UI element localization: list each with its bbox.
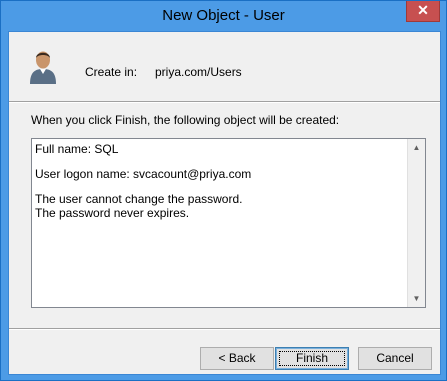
scroll-up-icon[interactable]: ▲ xyxy=(409,140,424,155)
footer-divider xyxy=(9,328,440,330)
summary-full-name: Full name: SQL xyxy=(35,142,119,156)
summary-logon-name: User logon name: svcacount@priya.com xyxy=(35,167,252,181)
finish-button[interactable]: Finish xyxy=(275,347,349,370)
focus-rectangle xyxy=(279,351,345,366)
window-title: New Object - User xyxy=(162,7,285,24)
close-button[interactable]: ✕ xyxy=(406,1,440,22)
create-in-label: Create in: xyxy=(85,65,138,79)
summary-textbox[interactable]: Full name: SQL User logon name: svcacoun… xyxy=(31,138,426,308)
header-divider xyxy=(9,101,440,103)
vertical-scrollbar[interactable]: ▲ ▼ xyxy=(407,139,425,307)
title-bar[interactable]: New Object - User ✕ xyxy=(1,1,446,31)
summary-cannot-change: The user cannot change the password. xyxy=(35,192,243,206)
user-icon xyxy=(30,51,56,84)
create-in-path: priya.com/Users xyxy=(155,65,242,79)
back-button[interactable]: < Back xyxy=(200,347,274,370)
cancel-button[interactable]: Cancel xyxy=(358,347,432,370)
summary-never-expires: The password never expires. xyxy=(35,206,190,220)
scroll-down-icon[interactable]: ▼ xyxy=(409,291,424,306)
dialog-body: Create in: priya.com/Users When you clic… xyxy=(8,31,441,375)
dialog-window: New Object - User ✕ Create in: priya.com… xyxy=(0,0,447,381)
info-text: When you click Finish, the following obj… xyxy=(31,113,340,127)
